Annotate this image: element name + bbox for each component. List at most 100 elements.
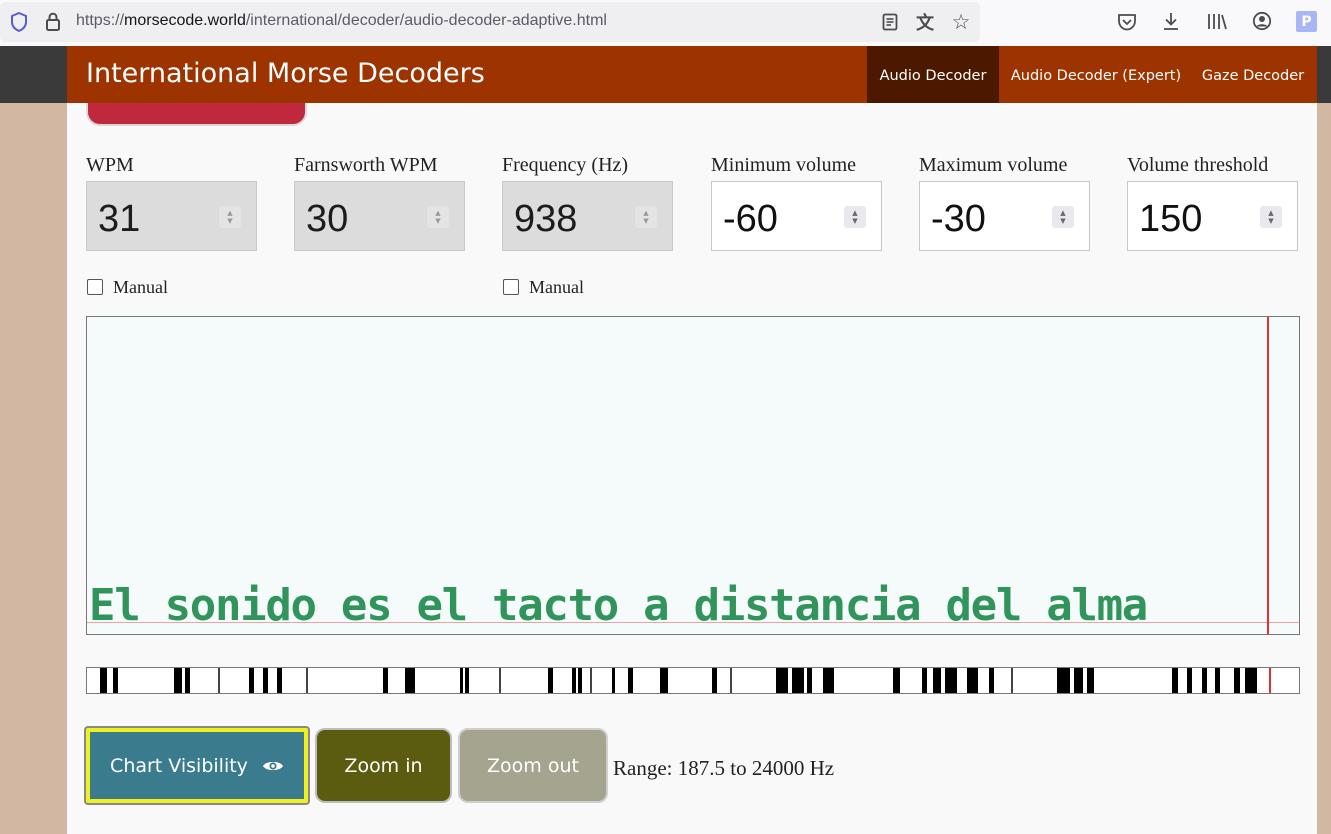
maximum-volume-input[interactable]: -30 ▲ ▼ [919,181,1090,251]
zoom-in-button[interactable]: Zoom in [315,728,452,803]
morse-mark [100,668,107,693]
farnsworth-spinner-icon[interactable]: ▲ ▼ [427,206,449,228]
morse-mark [1187,668,1192,693]
browser-toolbar: https://morsecode.world/international/de… [0,0,1331,46]
minimum-volume-spinner-icon[interactable]: ▲ ▼ [844,206,866,228]
morse-mark [989,668,994,693]
shield-icon[interactable] [8,11,30,33]
morse-mark [249,668,254,693]
volume-threshold-input[interactable]: 150 ▲ ▼ [1127,181,1298,251]
morse-mark [405,668,415,693]
morse-mark [945,668,957,693]
morse-mark [1172,668,1178,693]
wpm-label: WPM [86,154,134,176]
nav-gaze-decoder[interactable]: Gaze Decoder [1193,46,1313,103]
frequency-spinner-icon[interactable]: ▲ ▼ [635,206,657,228]
frequency-value: 938 [514,198,578,240]
morse-mark [263,668,268,693]
volume-threshold-label: Volume threshold [1127,154,1269,176]
spectrogram-chart[interactable]: El sonido es el tacto a distancia del al… [86,316,1300,635]
morse-mark [277,668,282,693]
decoded-text: El sonido es el tacto a distancia del al… [89,580,1148,631]
frequency-manual-label[interactable]: Manual [529,277,584,298]
morse-mark [967,668,978,693]
lock-icon[interactable] [42,11,64,33]
minimum-volume-label: Minimum volume [711,154,856,176]
frequency-manual-checkbox[interactable] [503,279,519,295]
morse-mark [499,668,501,693]
morse-mark [712,668,717,693]
download-icon[interactable] [1160,10,1182,32]
frequency-range-text: Range: 187.5 to 24000 Hz [613,756,835,780]
nav-audio-decoder-expert[interactable]: Audio Decoder (Expert) [1005,46,1187,103]
wpm-spinner-icon[interactable]: ▲ ▼ [219,206,241,228]
wpm-manual-option[interactable]: Manual [86,277,168,297]
morse-mark [1087,668,1094,693]
reader-view-icon[interactable] [879,11,901,33]
profile-icon[interactable]: P [1296,11,1317,32]
morse-mark [807,668,812,693]
timeline-playhead [1269,668,1271,693]
maximum-volume-spinner-icon[interactable]: ▲ ▼ [1052,206,1074,228]
frequency-input[interactable]: 938 ▲ ▼ [502,181,673,251]
eye-icon [262,754,284,778]
morse-mark [893,668,900,693]
farnsworth-wpm-label: Farnsworth WPM [294,154,438,176]
wpm-manual-checkbox[interactable] [87,279,103,295]
pocket-icon[interactable] [1116,11,1138,33]
morse-mark [465,668,469,693]
morse-mark [113,668,118,693]
morse-mark [174,668,182,693]
morse-mark [628,668,633,693]
morse-mark [730,668,732,693]
maximum-volume-value: -30 [931,198,986,240]
zoom-out-button[interactable]: Zoom out [458,728,608,803]
farnsworth-wpm-value: 30 [306,198,349,240]
url-text[interactable]: https://morsecode.world/international/de… [76,12,607,30]
morse-mark [1202,668,1207,693]
morse-mark [1011,668,1013,693]
chart-visibility-label: Chart Visibility [110,754,248,777]
maximum-volume-label: Maximum volume [919,154,1068,176]
morse-mark [792,668,804,693]
morse-mark [612,668,615,693]
morse-mark [922,668,927,693]
library-icon[interactable] [1205,10,1229,32]
site-title[interactable]: International Morse Decoders [86,58,485,89]
chart-visibility-button[interactable]: Chart Visibility [84,726,310,805]
morse-mark [460,668,463,693]
morse-mark [1245,668,1257,693]
wpm-value: 31 [98,198,141,240]
morse-mark [660,668,668,693]
morse-mark [572,668,576,693]
morse-mark [590,668,592,693]
morse-mark [383,668,388,693]
morse-mark [548,668,553,693]
morse-mark [218,668,220,693]
farnsworth-wpm-input[interactable]: 30 ▲ ▼ [294,181,465,251]
wpm-input[interactable]: 31 ▲ ▼ [86,181,257,251]
minimum-volume-input[interactable]: -60 ▲ ▼ [711,181,882,251]
volume-threshold-value: 150 [1139,198,1203,240]
frequency-label: Frequency (Hz) [502,154,629,176]
star-icon[interactable]: ☆ [949,10,973,34]
frequency-manual-option[interactable]: Manual [502,277,584,297]
start-stop-button[interactable] [86,103,307,126]
morse-mark [1057,668,1070,693]
morse-mark [185,668,190,693]
nav-audio-decoder[interactable]: Audio Decoder [867,46,999,103]
morse-mark [578,668,582,693]
morse-mark [776,668,788,693]
morse-mark [1074,668,1083,693]
translate-icon[interactable]: 文 [913,10,937,34]
morse-timeline [86,667,1300,694]
account-icon[interactable] [1251,10,1273,32]
page-content: International Morse Decoders Audio Decod… [67,46,1317,834]
wpm-manual-label[interactable]: Manual [113,277,168,298]
morse-mark [823,668,834,693]
minimum-volume-value: -60 [723,198,778,240]
morse-mark [933,668,941,693]
morse-mark [1234,668,1240,693]
volume-threshold-spinner-icon[interactable]: ▲ ▼ [1260,206,1282,228]
morse-mark [306,668,308,693]
